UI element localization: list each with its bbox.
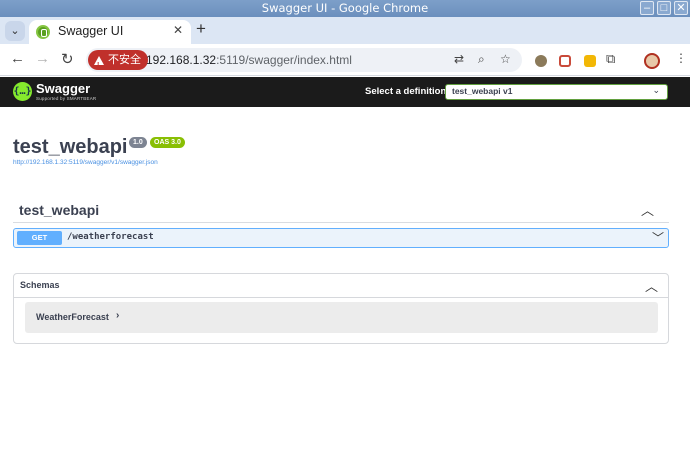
zoom-icon[interactable]: ⌕ <box>478 52 485 67</box>
url-path: :5119/swagger/index.html <box>216 53 352 67</box>
definition-select[interactable]: test_webapi v1 ⌄ <box>445 84 668 100</box>
tab-strip: ⌄ Swagger UI ✕ + <box>0 17 690 44</box>
minimize-icon: – <box>643 2 651 14</box>
translate-icon[interactable]: ⇄ <box>454 52 464 66</box>
url-text[interactable]: 192.168.1.32:5119/swagger/index.html <box>146 53 352 67</box>
divider <box>13 222 669 223</box>
oas-badge: OAS 3.0 <box>150 137 185 148</box>
reload-button[interactable]: ↻ <box>61 50 74 68</box>
security-chip[interactable]: 不安全 <box>88 50 148 76</box>
minimize-button[interactable]: – <box>640 1 654 15</box>
operation-path: /weatherforecast <box>67 232 154 242</box>
extension-icon[interactable] <box>559 55 571 67</box>
schemas-title: Schemas <box>20 280 60 290</box>
chevron-down-icon: ⌄ <box>10 25 20 37</box>
chevron-down-icon: ⌄ <box>652 85 660 95</box>
reload-icon: ↻ <box>61 51 74 68</box>
back-button[interactable]: ← <box>10 50 25 67</box>
extension-icon[interactable] <box>535 55 547 67</box>
swagger-brand[interactable]: Swagger <box>36 81 90 96</box>
maximize-button[interactable]: □ <box>657 1 671 15</box>
extension-icon[interactable] <box>584 55 596 67</box>
warning-icon <box>94 55 104 76</box>
puzzle-icon[interactable]: ⧉ <box>606 51 615 67</box>
schemas-section: Schemas ︿ WeatherForecast › <box>13 273 669 344</box>
tag-title[interactable]: test_webapi <box>19 202 99 218</box>
definition-label: Select a definition <box>365 86 447 97</box>
schemas-header[interactable]: Schemas ︿ <box>14 274 668 298</box>
os-titlebar: Swagger UI - Google Chrome – □ ✕ <box>0 0 690 17</box>
maximize-icon: □ <box>660 2 668 14</box>
bookmark-star-icon[interactable]: ☆ <box>500 52 511 66</box>
tab-title: Swagger UI <box>58 24 124 38</box>
api-title: test_webapi <box>13 136 128 158</box>
swagger-favicon-icon <box>36 25 50 39</box>
address-bar[interactable]: 不安全 192.168.1.32:5119/swagger/index.html… <box>86 48 522 76</box>
spec-url-link[interactable]: http://192.168.1.32:5119/swagger/v1/swag… <box>13 159 158 166</box>
window-title: Swagger UI - Google Chrome <box>261 1 429 15</box>
model-weatherforecast[interactable]: WeatherForecast › <box>25 302 658 333</box>
close-icon: ✕ <box>676 2 686 14</box>
arrow-right-icon: → <box>35 50 50 67</box>
chevron-right-icon: › <box>116 310 120 321</box>
url-host: 192.168.1.32 <box>146 53 217 67</box>
forward-button[interactable]: → <box>35 50 50 67</box>
kebab-menu-icon[interactable]: ⋮ <box>675 51 687 65</box>
new-tab-button[interactable]: + <box>196 19 206 39</box>
model-name: WeatherForecast <box>36 312 109 322</box>
arrow-left-icon: ← <box>10 50 25 67</box>
browser-tab[interactable]: Swagger UI ✕ <box>29 20 191 44</box>
plus-icon: + <box>196 19 206 38</box>
tab-search-button[interactable]: ⌄ <box>5 21 25 41</box>
avatar[interactable] <box>644 53 660 69</box>
swagger-topbar: {…} Swagger Supported by SMARTBEAR Selec… <box>0 77 690 107</box>
tab-close-icon[interactable]: ✕ <box>173 23 183 37</box>
close-window-button[interactable]: ✕ <box>674 1 688 15</box>
operation-get-weatherforecast[interactable]: GET /weatherforecast ﹀ <box>13 228 669 248</box>
security-label: 不安全 <box>108 54 141 66</box>
chevron-up-icon[interactable]: ︿ <box>641 200 654 219</box>
method-badge: GET <box>17 231 62 245</box>
chevron-down-icon[interactable]: ﹀ <box>652 229 664 246</box>
version-badge: 1.0 <box>129 137 147 148</box>
swagger-logo-icon: {…} <box>13 82 32 101</box>
browser-toolbar: ← → ↻ 不安全 192.168.1.32:5119/swagger/inde… <box>0 44 690 76</box>
definition-value: test_webapi v1 <box>452 86 513 96</box>
swagger-brand-sub: Supported by SMARTBEAR <box>36 96 97 101</box>
chevron-up-icon[interactable]: ︿ <box>645 276 658 295</box>
